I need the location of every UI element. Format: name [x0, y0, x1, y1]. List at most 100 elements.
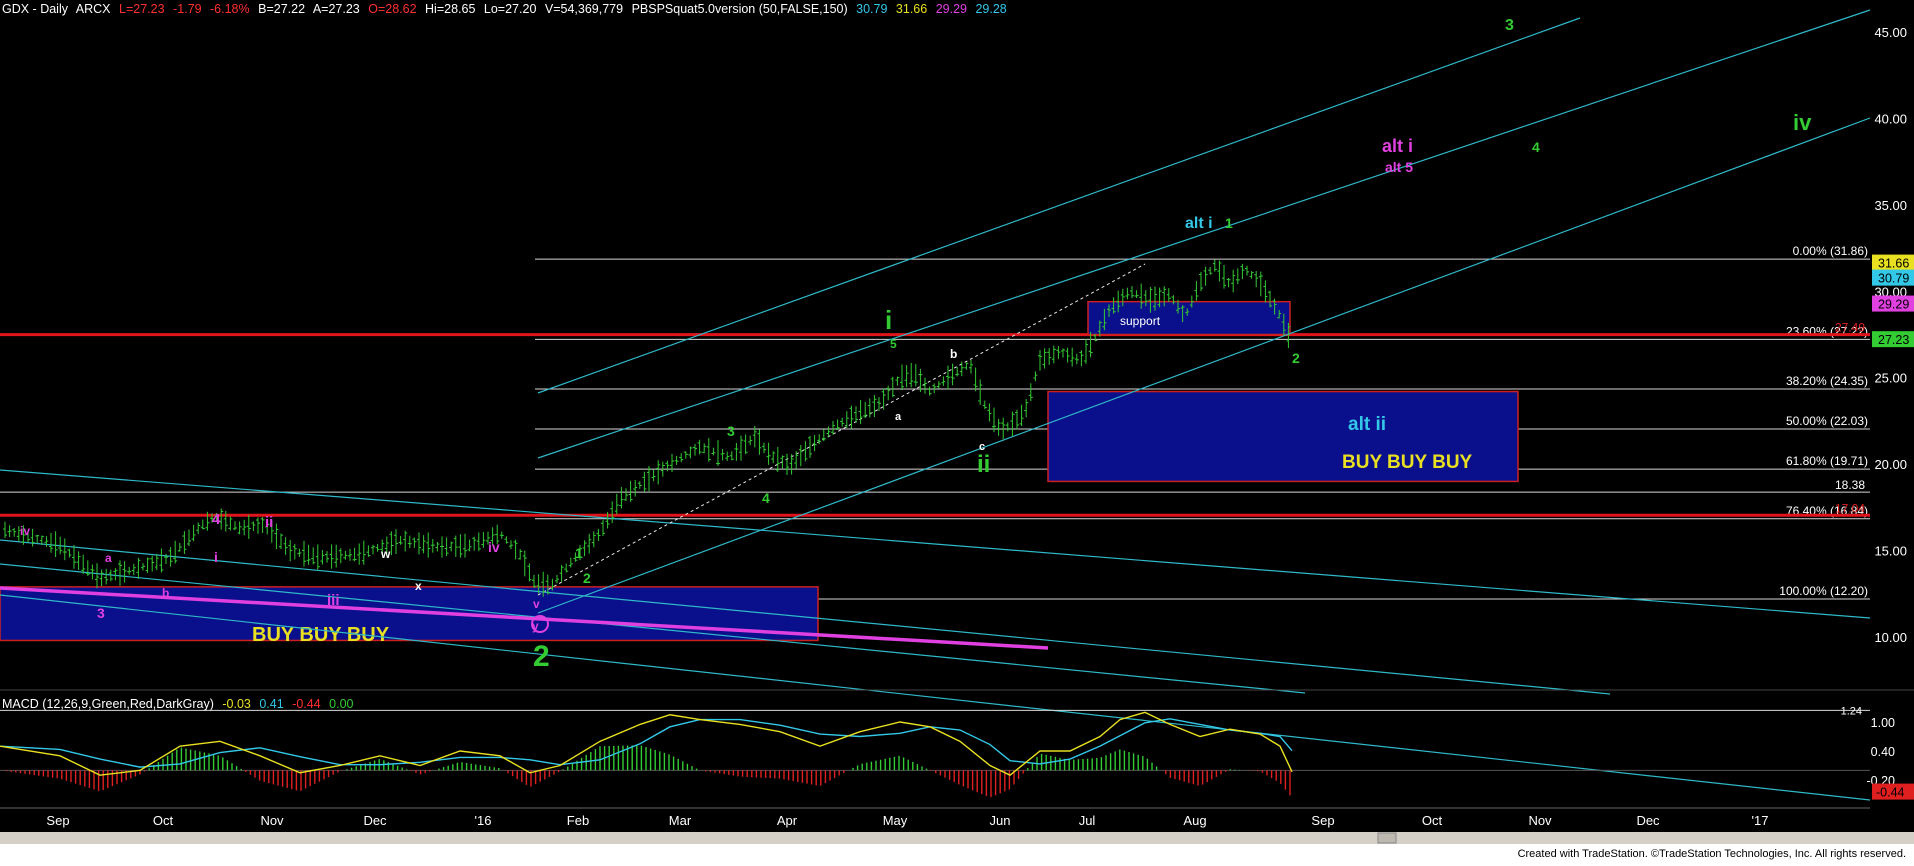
- price-tick-label: 20.00: [1874, 457, 1907, 472]
- high-price: Hi=28.65: [425, 2, 476, 16]
- time-tick-label: Sep: [46, 813, 69, 828]
- price-chart: 45.0040.0035.0030.0025.0020.0015.0010.00…: [0, 0, 1914, 866]
- time-tick-label: '17: [1752, 813, 1769, 828]
- copyright-text: Created with TradeStation. ©TradeStation…: [1517, 848, 1906, 860]
- footer-bar: Created with TradeStation. ©TradeStation…: [0, 844, 1914, 866]
- wave-label: iv: [1793, 110, 1812, 135]
- wave-label: w: [380, 547, 391, 561]
- price-change-pct: -6.18%: [210, 2, 250, 16]
- wave-label: iv: [20, 524, 30, 538]
- macd-value-1: -0.03: [222, 697, 251, 711]
- support-label: support: [1120, 314, 1161, 328]
- scrollbar-track: [0, 832, 1914, 844]
- time-tick-label: Jul: [1079, 813, 1096, 828]
- price-tick-label: 35.00: [1874, 198, 1907, 213]
- macd-tick-label: 1.00: [1871, 716, 1895, 730]
- exchange-label: ARCX: [75, 2, 111, 16]
- last-price: L=27.23: [119, 2, 165, 16]
- price-badge-label: 27.23: [1878, 333, 1909, 347]
- wave-label: i: [885, 305, 892, 335]
- wave-label: x: [415, 579, 422, 593]
- time-tick-label: Nov: [260, 813, 284, 828]
- fib-label: 50.00% (22.03): [1786, 414, 1868, 428]
- open-price: O=28.62: [368, 2, 417, 16]
- indicator-value-4: 29.28: [975, 2, 1007, 16]
- time-tick-label: Dec: [1636, 813, 1660, 828]
- time-tick-label: Feb: [567, 813, 589, 828]
- indicator-label: PBSPSquat5.0version (50,FALSE,150): [631, 2, 848, 16]
- alt-ii-label: alt ii: [1348, 414, 1386, 435]
- wave-label: 4: [1532, 139, 1540, 155]
- chart-background: [0, 0, 1914, 866]
- time-tick-label: Sep: [1311, 813, 1334, 828]
- horizontal-scrollbar[interactable]: [0, 832, 1914, 844]
- fib-label: 100.00% (12.20): [1779, 584, 1868, 598]
- price-tick-label: 10.00: [1874, 630, 1907, 645]
- indicator-value-1: 30.79: [856, 2, 888, 16]
- wave-label: alt i: [1185, 215, 1213, 232]
- wave-label: i: [214, 549, 218, 565]
- symbol-label: GDX - Daily: [2, 2, 68, 16]
- price-tick-label: 15.00: [1874, 544, 1907, 559]
- wave-label: b: [950, 347, 957, 361]
- wave-label: alt i: [1382, 136, 1413, 156]
- macd-header: MACD (12,26,9,Green,Red,DarkGray) -0.03 …: [2, 697, 359, 711]
- price-badge-label: 29.29: [1878, 298, 1909, 312]
- wave-label: 1: [575, 545, 583, 561]
- macd-value-3: -0.44: [292, 697, 321, 711]
- wave-label: 5: [890, 337, 897, 351]
- indicator-value-3: 29.29: [935, 2, 967, 16]
- fib-label: 38.20% (24.35): [1786, 374, 1868, 388]
- time-tick-label: '16: [475, 813, 492, 828]
- buy-label: BUY BUY BUY: [1342, 452, 1473, 473]
- time-tick-label: Dec: [363, 813, 387, 828]
- price-tick-label: 45.00: [1874, 25, 1907, 40]
- macd-label: MACD (12,26,9,Green,Red,DarkGray): [2, 697, 214, 711]
- level-label: 27.49: [1835, 321, 1865, 335]
- wave-label: alt 5: [1385, 159, 1413, 175]
- macd-value-2: 0.41: [259, 697, 284, 711]
- time-tick-label: Mar: [669, 813, 692, 828]
- price-badge-label: 30.79: [1878, 272, 1909, 286]
- wave-label: a: [105, 551, 112, 565]
- wave-label: ii: [977, 451, 990, 478]
- time-tick-label: Jun: [990, 813, 1011, 828]
- wave-label: 1: [1225, 215, 1233, 231]
- macd-value-4: 0.00: [329, 697, 354, 711]
- wave-label: iv: [488, 539, 500, 555]
- level-label: 18.38: [1835, 478, 1865, 492]
- indicator-value-2: 31.66: [895, 2, 928, 16]
- price-badges: 31.6630.79 29.29 27.23: [1872, 254, 1914, 348]
- macd-badge-label: -0.44: [1876, 786, 1905, 800]
- price-tick-label: 40.00: [1874, 111, 1907, 126]
- wave-label: y: [532, 619, 539, 633]
- ask-price: A=27.23: [312, 2, 360, 16]
- wave-label: b: [162, 586, 169, 600]
- wave-label: 3: [1505, 17, 1514, 34]
- bid-price: B=27.22: [258, 2, 306, 16]
- wave-label: 4: [762, 490, 770, 506]
- wave-label: iii: [327, 592, 340, 609]
- wave-label: 2: [583, 570, 591, 586]
- macd-tick-label: 0.40: [1871, 745, 1895, 759]
- time-tick-label: Apr: [777, 813, 798, 828]
- wave-label: 2: [1292, 350, 1300, 366]
- time-tick-label: Aug: [1183, 813, 1206, 828]
- time-tick-label: Nov: [1528, 813, 1552, 828]
- wave-label: 4: [212, 511, 221, 528]
- chart-header: GDX - Daily ARCX L=27.23 -1.79 -6.18% B=…: [2, 2, 1012, 16]
- time-tick-label: Oct: [1422, 813, 1443, 828]
- time-tick-label: Oct: [153, 813, 174, 828]
- scrollbar-thumb[interactable]: [1377, 832, 1397, 844]
- price-change: -1.79: [173, 2, 202, 16]
- low-price: Lo=27.20: [483, 2, 537, 16]
- fib-label: 61.80% (19.71): [1786, 454, 1868, 468]
- wave-label: a: [895, 411, 902, 423]
- price-badge-label: 31.66: [1878, 257, 1909, 271]
- wave-label: 2: [533, 640, 550, 673]
- volume-label: V=54,369,779: [544, 2, 624, 16]
- wave-label: 3: [97, 605, 105, 621]
- time-tick-label: May: [883, 813, 908, 828]
- macd-top-label: 1.24: [1841, 705, 1862, 717]
- fib-label: 0.00% (31.86): [1793, 244, 1868, 258]
